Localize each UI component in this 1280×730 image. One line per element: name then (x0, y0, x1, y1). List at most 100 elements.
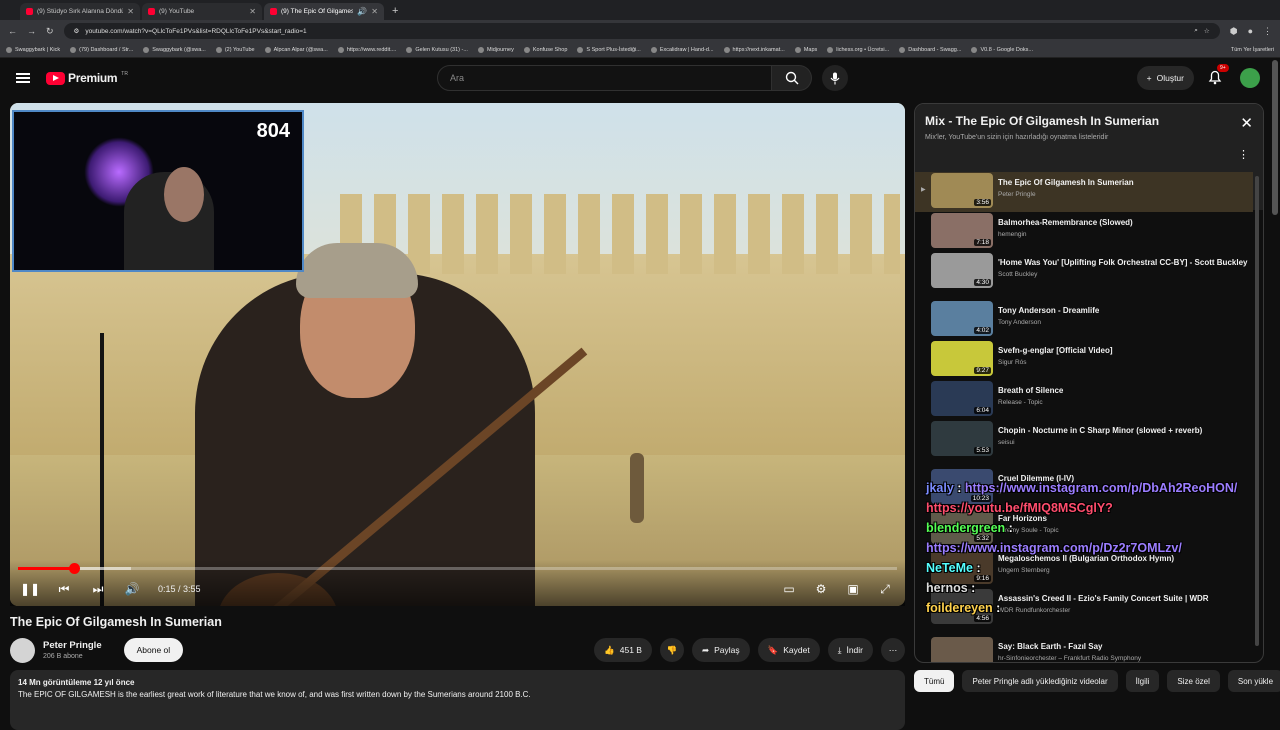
bookmark-item[interactable]: Swaggybark | Kick (6, 46, 60, 53)
close-icon[interactable]: ✕ (1240, 114, 1253, 132)
bookmark-item[interactable]: https://next.inkamat... (723, 46, 785, 53)
next-icon[interactable]: ⏭ (90, 581, 106, 597)
create-label: Oluştur (1156, 73, 1184, 83)
playlist-thumbnail[interactable]: 5:32 (931, 509, 993, 544)
playlist-item[interactable]: 9:16 Megaloschemos II (Bulgarian Orthodox… (915, 548, 1253, 588)
download-button[interactable]: ⤓ İndir (827, 638, 873, 662)
playlist-item[interactable]: 9:27 Svefn-g-englar [Official Video] Sigur… (915, 340, 1253, 380)
new-tab-icon[interactable]: + (392, 5, 398, 17)
scrubber-handle[interactable] (69, 563, 81, 574)
browser-menu-icon[interactable]: ⋮ (1263, 26, 1272, 37)
playlist-item-title: Breath of Silence (998, 386, 1064, 395)
youtube-favicon-icon (26, 8, 33, 15)
playlist-thumbnail[interactable]: 10:23 (931, 469, 993, 504)
playlist-item[interactable]: 4:30 'Home Was You' [Uplifting Folk Orche… (915, 252, 1253, 300)
subscribe-button[interactable]: Abone ol (123, 638, 184, 662)
more-actions-button[interactable]: ⋯ (881, 638, 905, 662)
share-button[interactable]: ➦ Paylaş (691, 638, 750, 662)
fullscreen-icon[interactable]: ⤢ (877, 581, 893, 597)
playlist-thumbnail[interactable]: 4:56 (931, 589, 993, 624)
playlist-thumbnail[interactable]: 4:02 (931, 301, 993, 336)
bookmark-label: V0.8 - Google Doks... (980, 46, 1034, 53)
notifications-button[interactable]: 9+ (1208, 64, 1229, 87)
subtitles-icon[interactable]: ▭ (781, 581, 797, 597)
bookmark-star-icon[interactable]: ☆ (1204, 27, 1210, 35)
description-box[interactable]: 14 Mn görüntüleme 12 yıl önce The EPIC O… (10, 670, 905, 730)
zoom-icon[interactable]: ⌕ (1194, 27, 1198, 35)
speaker-icon[interactable]: 🔊 (357, 7, 367, 16)
playlist-item[interactable]: 9:00 Say: Black Earth - Fazıl Say hr-Sinfo… (915, 636, 1253, 662)
playlist-thumbnail[interactable]: 9:00 (931, 637, 993, 662)
playlist-thumbnail[interactable]: 3:56 (931, 173, 993, 208)
all-bookmarks[interactable]: Tüm Yer İşaretleri (1231, 47, 1274, 53)
site-info-icon[interactable]: ⚙ (74, 27, 80, 35)
page-scrollbar[interactable] (1272, 60, 1278, 215)
close-tab-icon[interactable]: ✕ (249, 7, 256, 16)
save-button[interactable]: 🔖 Kaydet (757, 638, 820, 662)
bookmark-item[interactable]: Maps (794, 46, 817, 53)
bookmark-item[interactable]: https://www.reddit.... (337, 46, 396, 53)
bookmark-item[interactable]: Gelen Kutusu (31) -... (406, 46, 468, 53)
bookmark-item[interactable]: S Sport Plus-İstediği... (577, 46, 641, 53)
dislike-button[interactable]: 👎 (659, 638, 684, 662)
playlist-item[interactable]: 4:56 Assassin's Creed II - Ezio's Family … (915, 588, 1253, 636)
forward-icon[interactable]: → (27, 26, 36, 36)
bookmark-item[interactable]: Swaggybark (@swa... (143, 46, 206, 53)
playlist-item[interactable]: 5:32 Far Horizons Jeremy Soule - Topic (915, 508, 1253, 548)
playlist-item[interactable]: 5:53 Chopin - Nocturne in C Sharp Minor (… (915, 420, 1253, 468)
playlist-item[interactable]: 6:04 Breath of Silence Release - Topic (915, 380, 1253, 420)
bookmark-item[interactable]: Alpcan Alpar (@swa... (264, 46, 328, 53)
search-button[interactable] (772, 65, 812, 91)
playlist-item[interactable]: 7:18 Balmorhea-Remembrance (Slowed) hemeng… (915, 212, 1253, 252)
filter-chip[interactable]: Tümü (914, 670, 955, 692)
more-vert-icon[interactable]: ⋮ (1238, 148, 1249, 161)
extension-icon[interactable]: ⬢ (1230, 26, 1238, 37)
bookmark-item[interactable]: Excalidraw | Hand-d... (650, 46, 714, 53)
playlist-thumbnail[interactable]: 4:30 (931, 253, 993, 288)
close-tab-icon[interactable]: ✕ (127, 7, 134, 16)
playlist-thumbnail[interactable]: 9:27 (931, 341, 993, 376)
browser-tab-active[interactable]: (9) The Epic Of Gilgamesh I🔊 ✕ (264, 3, 384, 20)
reload-icon[interactable]: ↻ (46, 26, 54, 37)
playlist-item[interactable]: ▶ 3:56 The Epic Of Gilgamesh In Sumerian Pe… (915, 172, 1253, 212)
filter-chip[interactable]: İlgili (1125, 670, 1160, 692)
bookmark-item[interactable]: Dashboard - Swagg... (899, 46, 961, 53)
channel-name[interactable]: Peter Pringle (43, 640, 102, 651)
bookmark-item[interactable]: (79) Dashboard / Str... (70, 46, 133, 53)
playlist-thumbnail[interactable]: 5:53 (931, 421, 993, 456)
bookmark-item[interactable]: lichess.org • Ücretsi... (827, 46, 889, 53)
bookmark-item[interactable]: Konfuse Shop (523, 46, 567, 53)
search-input[interactable]: Ara (437, 65, 772, 91)
playlist-thumbnail[interactable]: 9:16 (931, 549, 993, 584)
playlist-thumbnail[interactable]: 6:04 (931, 381, 993, 416)
playlist-thumbnail[interactable]: 7:18 (931, 213, 993, 248)
previous-icon[interactable]: ⏮ (56, 581, 72, 597)
filter-chip[interactable]: Peter Pringle adlı yüklediğiniz videolar (962, 670, 1118, 692)
like-button[interactable]: 👍 451 B (594, 638, 652, 662)
volume-icon[interactable]: 🔊 (124, 581, 140, 597)
menu-icon[interactable] (16, 73, 30, 83)
progress-bar[interactable] (18, 563, 897, 574)
playlist-item[interactable]: 4:02 Tony Anderson - Dreamlife Tony Anders… (915, 300, 1253, 340)
create-button[interactable]: + Oluştur (1136, 66, 1194, 90)
playlist-scrollbar[interactable] (1255, 176, 1259, 646)
bookmark-item[interactable]: V0.8 - Google Doks... (971, 46, 1034, 53)
settings-gear-icon[interactable]: ⚙ (813, 581, 829, 597)
account-avatar[interactable] (1240, 68, 1260, 88)
channel-avatar[interactable] (10, 637, 35, 663)
browser-tab[interactable]: (9) Stüdyo Sırk Alanına Döndü. E ✕ (20, 3, 140, 20)
browser-tab[interactable]: (9) YouTube ✕ (142, 3, 262, 20)
bookmark-item[interactable]: (2) YouTube (215, 46, 255, 53)
playlist-item[interactable]: 10:23 Cruel Dilemme (I-IV) gim (915, 468, 1253, 508)
miniplayer-icon[interactable]: ▣ (845, 581, 861, 597)
voice-search-button[interactable] (822, 65, 848, 91)
filter-chip[interactable]: Size özel (1167, 670, 1220, 692)
back-icon[interactable]: ← (8, 26, 17, 36)
pause-icon[interactable]: ❚❚ (20, 581, 40, 597)
youtube-premium-logo[interactable]: Premium TR (46, 71, 128, 85)
profile-icon[interactable]: ● (1248, 26, 1253, 36)
address-bar[interactable]: ⚙ youtube.com/watch?v=QLlcToFe1PVs&list=… (63, 23, 1220, 39)
close-tab-icon[interactable]: ✕ (371, 7, 378, 16)
bookmark-item[interactable]: Midjourney (477, 46, 514, 53)
filter-chip[interactable]: Son yükle (1227, 670, 1280, 692)
